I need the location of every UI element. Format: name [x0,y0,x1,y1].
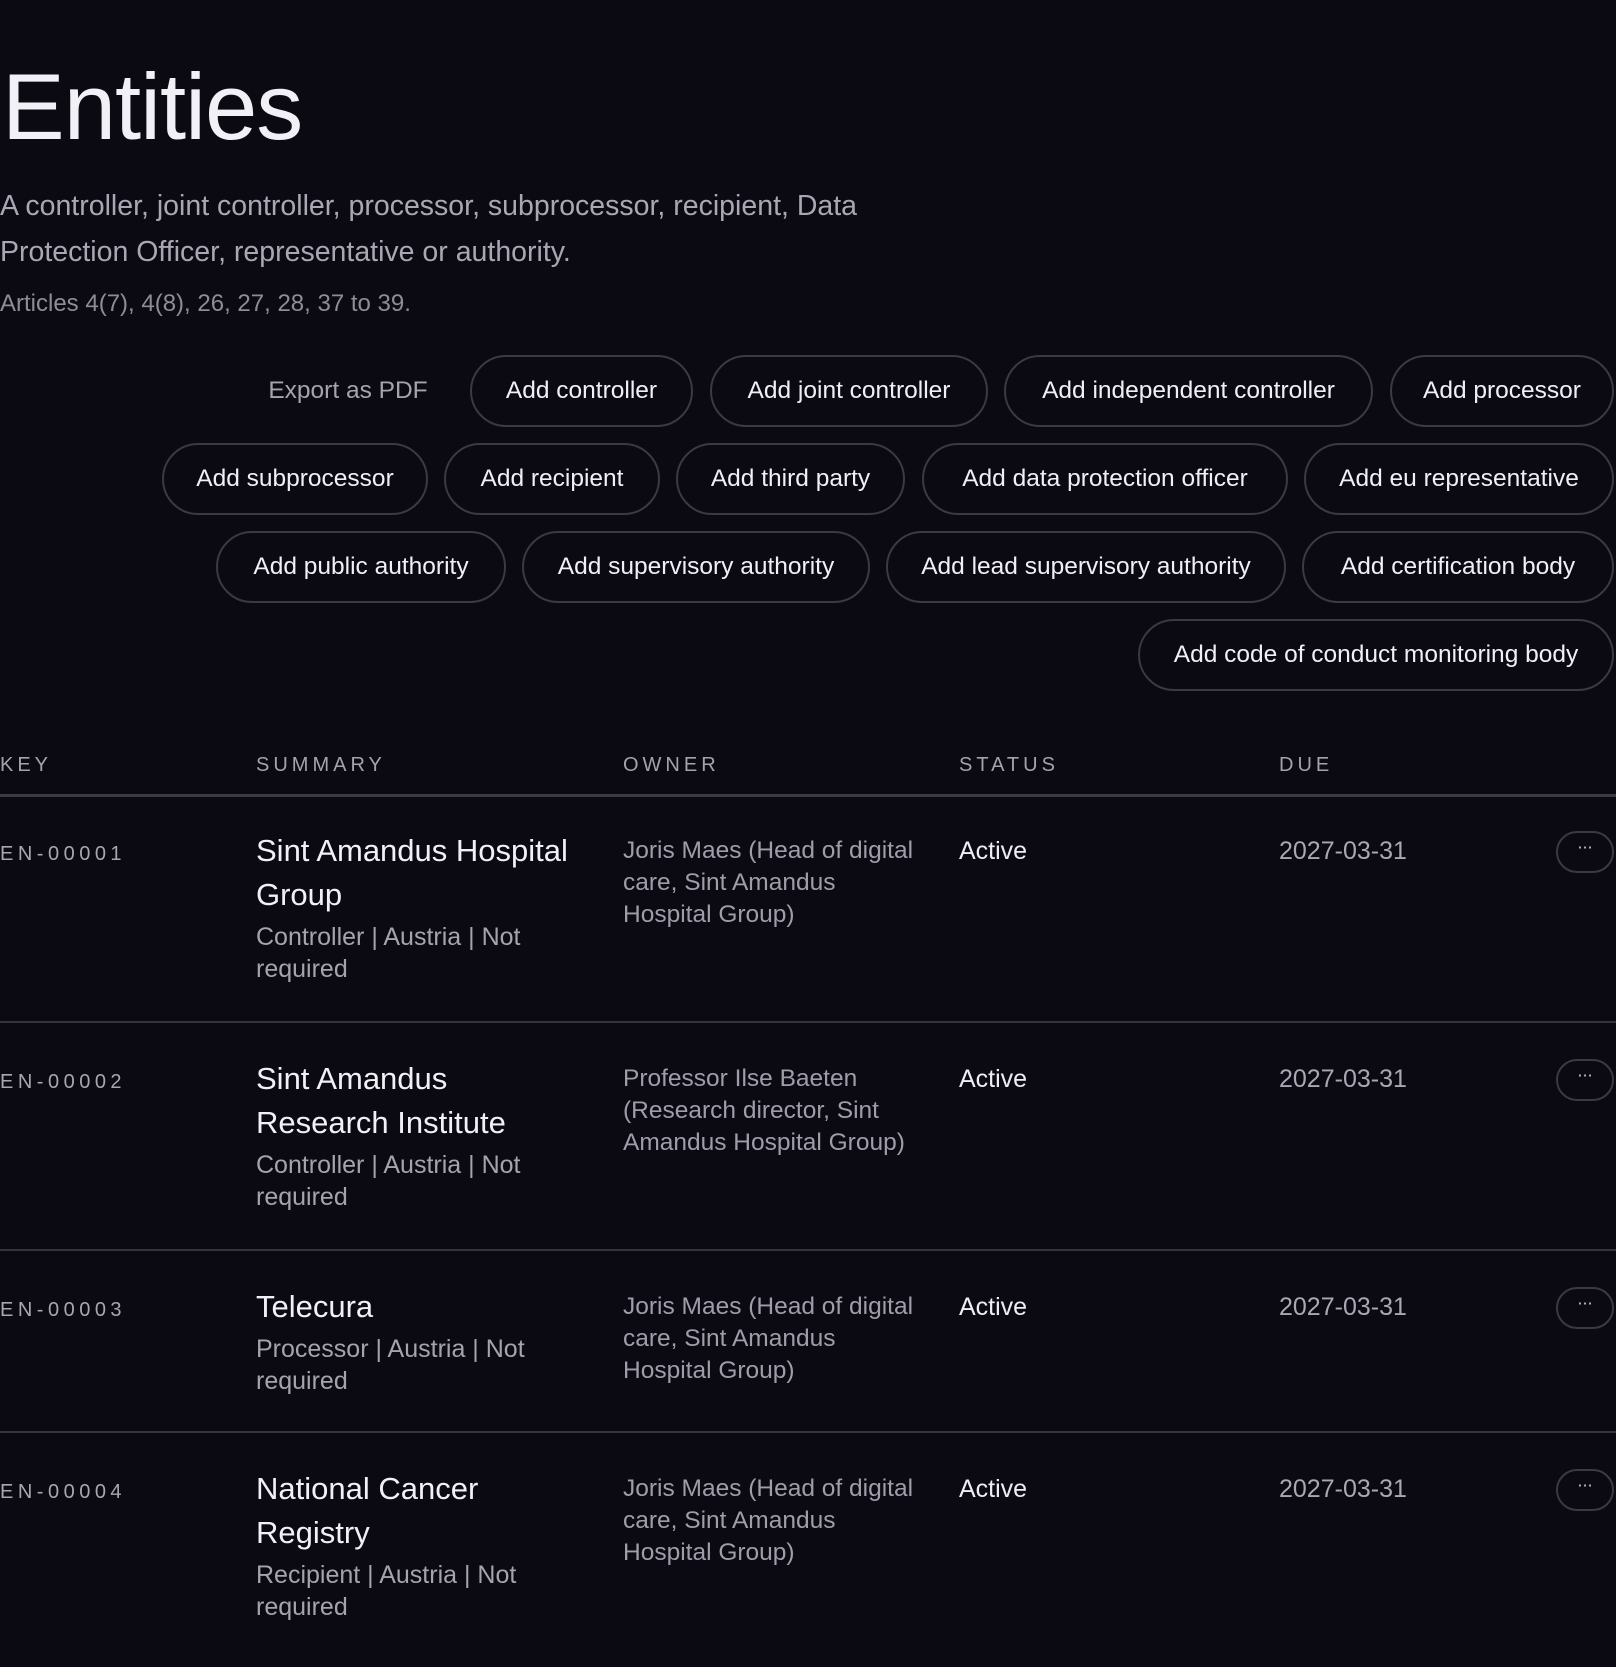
add-third-party-button[interactable]: Add third party [676,443,905,515]
add-certification-body-button[interactable]: Add certification body [1302,531,1614,603]
column-header-status: STATUS [959,754,1059,776]
column-header-summary: SUMMARY [256,754,386,776]
column-header-due: DUE [1279,754,1334,776]
entity-meta: Recipient | Austria | Not required [256,1561,517,1621]
entity-meta: Processor | Austria | Not required [256,1335,525,1395]
entity-summary: Sint Amandus Research Institute Controll… [256,1057,586,1213]
entity-summary: Sint Amandus Hospital Group Controller |… [256,829,586,985]
entity-summary: National Cancer Registry Recipient | Aus… [256,1467,586,1623]
entity-summary: Telecura Processor | Austria | Not requi… [256,1285,586,1397]
status-text: Active [959,1475,1028,1503]
add-recipient-button[interactable]: Add recipient [444,443,660,515]
table-row[interactable]: EN-00001 Sint Amandus Hospital Group Con… [0,795,1616,1023]
entity-owner: Joris Maes (Head of digital care, Sint A… [623,1293,914,1384]
entity-key: EN-00004 [0,1481,127,1503]
table-row[interactable]: EN-00003 Telecura Processor | Austria | … [0,1251,1616,1433]
entity-name[interactable]: Sint Amandus Research Institute [256,1057,586,1145]
entity-name[interactable]: Sint Amandus Hospital Group [256,829,586,917]
more-options-icon[interactable]: ··· [1556,1469,1614,1511]
column-header-key: KEY [0,754,53,776]
export-pdf-button[interactable]: Export as PDF [248,355,448,427]
table-row[interactable]: EN-00004 National Cancer Registry Recipi… [0,1433,1616,1661]
table-row[interactable]: EN-00002 Sint Amandus Research Institute… [0,1023,1616,1251]
add-eu-representative-button[interactable]: Add eu representative [1304,443,1614,515]
due-date: 2027-03-31 [1279,1475,1407,1503]
more-options-icon[interactable]: ··· [1556,1287,1614,1329]
entity-meta: Controller | Austria | Not required [256,1151,521,1211]
table-header: KEY SUMMARY OWNER STATUS DUE [0,742,1616,797]
entity-name[interactable]: Telecura [256,1285,586,1329]
add-public-authority-button[interactable]: Add public authority [216,531,506,603]
add-subprocessor-button[interactable]: Add subprocessor [162,443,428,515]
entity-owner: Joris Maes (Head of digital care, Sint A… [623,1475,914,1566]
articles-reference: Articles 4(7), 4(8), 26, 27, 28, 37 to 3… [0,290,411,317]
column-header-owner: OWNER [623,754,720,776]
action-toolbar: Export as PDF Add controller Add joint c… [0,355,1616,695]
add-controller-button[interactable]: Add controller [470,355,693,427]
page-title: Entities [2,54,303,159]
add-lead-supervisory-authority-button[interactable]: Add lead supervisory authority [886,531,1286,603]
add-data-protection-officer-button[interactable]: Add data protection officer [922,443,1288,515]
due-date: 2027-03-31 [1279,1293,1407,1321]
more-options-icon[interactable]: ··· [1556,831,1614,873]
page-description: A controller, joint controller, processo… [0,190,858,268]
status-text: Active [959,1065,1028,1093]
entity-key: EN-00002 [0,1071,127,1093]
add-code-of-conduct-monitoring-body-button[interactable]: Add code of conduct monitoring body [1138,619,1614,691]
entity-owner: Joris Maes (Head of digital care, Sint A… [623,837,914,928]
entities-table-body: EN-00001 Sint Amandus Hospital Group Con… [0,795,1616,1661]
entity-meta: Controller | Austria | Not required [256,923,521,983]
entity-key: EN-00003 [0,1299,127,1321]
status-text: Active [959,1293,1028,1321]
add-independent-controller-button[interactable]: Add independent controller [1004,355,1373,427]
entity-owner: Professor Ilse Baeten (Research director… [623,1065,905,1156]
more-options-icon[interactable]: ··· [1556,1059,1614,1101]
add-processor-button[interactable]: Add processor [1390,355,1614,427]
due-date: 2027-03-31 [1279,837,1407,865]
entities-page: Entities A controller, joint controller,… [0,0,1616,1667]
entity-name[interactable]: National Cancer Registry [256,1467,586,1555]
entity-key: EN-00001 [0,843,127,865]
add-supervisory-authority-button[interactable]: Add supervisory authority [522,531,870,603]
add-joint-controller-button[interactable]: Add joint controller [710,355,988,427]
status-text: Active [959,837,1028,865]
due-date: 2027-03-31 [1279,1065,1407,1093]
